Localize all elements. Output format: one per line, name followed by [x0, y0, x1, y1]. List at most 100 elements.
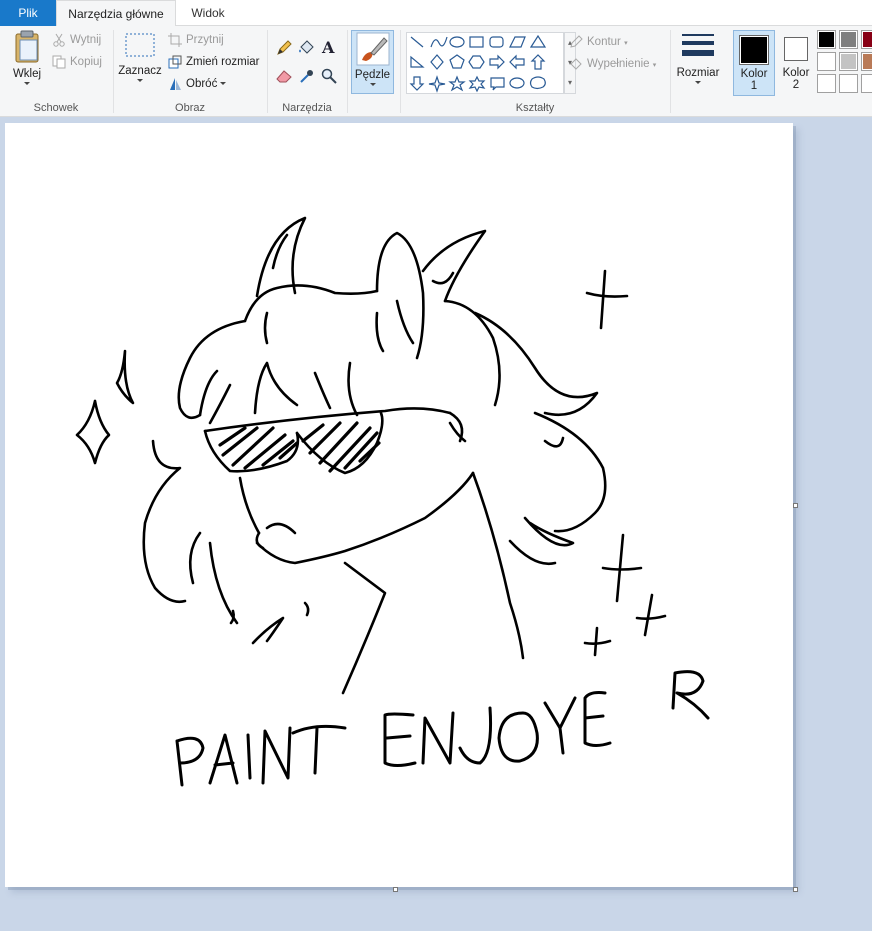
- ribbon-tab-strip: Plik Narzędzia główne Widok: [0, 0, 872, 27]
- color2-button[interactable]: Kolor 2: [777, 30, 815, 96]
- fill-bucket-small-icon: [570, 58, 582, 70]
- palette-color-swatch[interactable]: [817, 30, 836, 49]
- color1-swatch: [741, 37, 767, 63]
- palette-color-swatch[interactable]: [839, 52, 858, 71]
- six-point-star-shape-icon: [468, 75, 486, 93]
- brushes-label: Pędzle: [354, 69, 391, 81]
- palette-color-swatch[interactable]: [861, 30, 872, 49]
- resize-label: Zmień rozmiar: [186, 56, 260, 68]
- rounded-rectangle-shape-icon: [489, 36, 504, 48]
- palette-color-swatch[interactable]: [839, 30, 858, 49]
- rotate-label: Obróć: [186, 78, 218, 90]
- line-shape-icon: [410, 36, 424, 48]
- palette-color-swatch[interactable]: [817, 52, 836, 71]
- color1-swatch-frame: [739, 35, 769, 65]
- outline-button[interactable]: Kontur ▾: [569, 32, 628, 52]
- color1-number: 1: [750, 80, 758, 92]
- size-button[interactable]: Rozmiar: [674, 30, 722, 94]
- color2-label: Kolor: [782, 67, 810, 79]
- cut-label: Wytnij: [70, 34, 102, 46]
- tab-file[interactable]: Plik: [0, 0, 56, 26]
- select-button[interactable]: Zaznacz: [118, 30, 162, 94]
- canvas-resize-handle-right[interactable]: [793, 503, 798, 508]
- select-rectangle-icon: [125, 33, 155, 57]
- clipboard-group-label: Schowek: [33, 102, 79, 114]
- copy-label: Kopiuj: [70, 56, 102, 68]
- palette-color-swatch[interactable]: [861, 74, 872, 93]
- pencil-icon[interactable]: [276, 40, 292, 56]
- paste-button[interactable]: Wklej: [6, 30, 48, 94]
- copy-icon: [52, 55, 66, 69]
- rotate-button[interactable]: Obróć: [168, 74, 227, 94]
- drawing-canvas[interactable]: [5, 123, 793, 887]
- curve-shape-icon: [430, 36, 448, 48]
- diamond-shape-icon: [430, 54, 444, 70]
- down-arrow-shape-icon: [409, 76, 425, 91]
- size-dropdown-arrow[interactable]: [695, 81, 701, 84]
- rectangle-shape-icon: [469, 36, 484, 48]
- select-dropdown-arrow[interactable]: [137, 79, 143, 82]
- oval-callout-shape-icon: [509, 77, 525, 89]
- fill-bucket-icon[interactable]: [298, 40, 314, 56]
- group-clipboard: Wklej Wytnij Kopiuj Schowek: [0, 26, 112, 117]
- crop-icon: [168, 32, 182, 47]
- crop-button[interactable]: Przytnij: [168, 30, 224, 50]
- outline-label: Kontur: [587, 36, 621, 48]
- right-arrow-shape-icon: [489, 54, 505, 70]
- canvas-resize-handle-corner[interactable]: [793, 887, 798, 892]
- polygon-shape-icon: [509, 36, 526, 48]
- paste-icon: [15, 30, 39, 63]
- eraser-icon[interactable]: [276, 68, 292, 84]
- tab-view[interactable]: Widok: [176, 0, 240, 26]
- pentagon-shape-icon: [449, 54, 465, 69]
- group-image: Zaznacz Przytnij Zmień rozmiar Obróć Obr…: [114, 26, 266, 117]
- size-label: Rozmiar: [676, 67, 720, 79]
- cloud-callout-shape-icon: [529, 76, 546, 90]
- group-separator: [347, 30, 348, 113]
- color2-number: 2: [792, 79, 800, 91]
- group-tools: A Narzędzia: [268, 26, 346, 117]
- palette-color-swatch[interactable]: [839, 74, 858, 93]
- canvas-workspace: [0, 118, 872, 931]
- paste-dropdown-arrow[interactable]: [24, 82, 30, 85]
- fill-button[interactable]: Wypełnienie ▾: [569, 54, 656, 74]
- magnifier-icon[interactable]: [321, 68, 337, 84]
- color2-swatch: [786, 39, 806, 59]
- palette-color-swatch[interactable]: [861, 52, 872, 71]
- select-label: Zaznacz: [118, 65, 162, 77]
- rotate-dropdown-arrow[interactable]: [220, 82, 227, 86]
- cut-button[interactable]: Wytnij: [52, 30, 101, 50]
- text-icon[interactable]: A: [321, 39, 337, 55]
- hexagon-shape-icon: [468, 55, 485, 69]
- group-separator: [670, 30, 671, 113]
- up-arrow-shape-icon: [530, 54, 546, 70]
- palette-color-swatch[interactable]: [817, 74, 836, 93]
- color1-label: Kolor: [740, 68, 768, 80]
- ribbon: Wklej Wytnij Kopiuj Schowek Zaznacz Przy…: [0, 26, 872, 117]
- outline-pencil-icon: [570, 35, 583, 48]
- canvas-resize-handle-bottom[interactable]: [393, 887, 398, 892]
- brushes-dropdown-arrow[interactable]: [369, 83, 376, 86]
- triangle-shape-icon: [529, 34, 547, 48]
- paint-window: Plik Narzędzia główne Widok Wklej Wytnij…: [0, 0, 872, 931]
- color2-swatch-frame: [784, 37, 808, 61]
- fill-label: Wypełnienie: [587, 58, 650, 70]
- image-group-label: Obraz: [175, 102, 205, 114]
- copy-button[interactable]: Kopiuj: [52, 52, 102, 72]
- shapes-gallery[interactable]: [406, 32, 564, 94]
- tab-home[interactable]: Narzędzia główne: [56, 0, 176, 27]
- group-shapes: ▴ ▾ ▾ Kontur ▾ Wypełnienie ▾ Kształty: [401, 26, 669, 117]
- color1-button[interactable]: Kolor 1: [733, 30, 775, 96]
- four-point-star-shape-icon: [428, 75, 446, 93]
- brushes-button[interactable]: Pędzle: [351, 30, 394, 94]
- resize-button[interactable]: Zmień rozmiar: [168, 52, 259, 72]
- scissors-icon: [53, 33, 65, 47]
- tools-group-label: Narzędzia: [282, 102, 332, 114]
- color-picker-icon[interactable]: [299, 68, 315, 84]
- oval-shape-icon: [449, 36, 465, 48]
- paste-label: Wklej: [12, 68, 42, 80]
- speech-bubble-shape-icon: [490, 77, 505, 91]
- brush-icon: [356, 32, 389, 66]
- right-triangle-shape-icon: [410, 55, 425, 68]
- resize-icon: [168, 55, 182, 69]
